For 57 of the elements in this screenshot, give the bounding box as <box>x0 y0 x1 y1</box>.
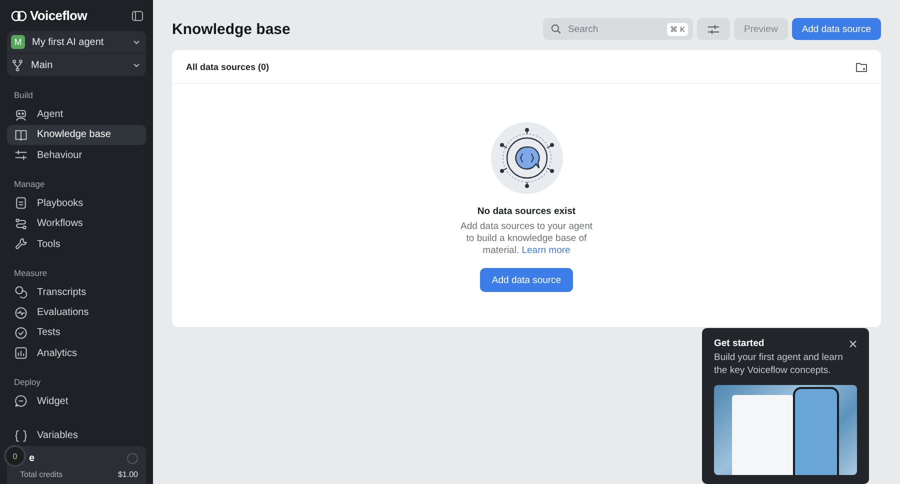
branch-icon <box>11 58 24 72</box>
agent-avatar: M <box>11 35 25 50</box>
wrench-icon <box>14 237 28 251</box>
sidebar-toggle-icon[interactable] <box>132 10 143 21</box>
filter-button[interactable] <box>697 18 730 40</box>
learn-more-link[interactable]: Learn more <box>522 245 570 256</box>
braces-icon <box>14 428 28 443</box>
sliders-icon <box>708 24 720 34</box>
credits-badge: 0 <box>4 445 26 467</box>
chevron-down-icon <box>133 40 140 45</box>
empty-state-description: Add data sources to your agent to build a knowledge base of material. Learn more <box>459 221 594 257</box>
progress-ring-icon <box>127 453 138 464</box>
check-circle-icon <box>14 326 28 340</box>
nav-item[interactable]: Analytics <box>7 343 146 364</box>
branch-selector[interactable]: Main <box>7 53 146 76</box>
nav-item[interactable]: Knowledge base <box>7 124 146 145</box>
add-data-source-button[interactable]: Add data source <box>792 18 881 40</box>
sliders-icon <box>14 148 28 162</box>
logo-icon <box>11 10 27 22</box>
nav-item[interactable]: Tests <box>7 322 146 344</box>
chat-bubble-icon <box>14 394 28 408</box>
pulse-icon <box>14 306 28 320</box>
agent-selector[interactable]: M My first AI agent <box>7 31 146 54</box>
page-title: Knowledge base <box>172 20 292 38</box>
nav-item[interactable]: Evaluations <box>7 302 146 323</box>
section-heading: Measure <box>14 268 48 278</box>
panel-title: All data sources (0) <box>186 62 270 72</box>
card-title: Get started <box>714 338 764 349</box>
logo-text: Voiceflow <box>30 8 88 24</box>
document-icon <box>14 196 28 210</box>
robot-icon <box>14 108 28 122</box>
nav-item[interactable]: Playbooks <box>7 193 146 214</box>
section-heading: Deploy <box>14 377 42 388</box>
nav-item[interactable]: Transcripts <box>7 282 146 302</box>
credits-title: e <box>29 453 35 464</box>
nav-item[interactable]: Agent <box>7 104 146 125</box>
folder-plus-icon[interactable] <box>856 62 867 72</box>
bar-chart-icon <box>14 346 28 360</box>
chat-bubbles-icon <box>14 285 28 300</box>
nav-item[interactable]: Widget <box>7 391 146 412</box>
nav-item[interactable]: Behaviour <box>7 144 146 166</box>
flow-icon <box>14 216 28 231</box>
section-heading: Manage <box>14 179 46 190</box>
nav-item[interactable]: Tools <box>7 234 146 254</box>
search-icon <box>551 24 562 34</box>
close-icon[interactable] <box>849 340 857 348</box>
empty-state-title: No data sources exist <box>477 206 576 217</box>
add-data-source-button[interactable]: Add data source <box>480 268 574 292</box>
card-description: Build your first agent and learn the key Voiceflow concepts. <box>714 352 844 377</box>
knowledge-network-drawing <box>490 122 562 194</box>
book-icon <box>14 128 28 142</box>
nav-item[interactable]: Workflows <box>7 214 146 234</box>
section-heading: Build <box>14 90 34 100</box>
credits-value: $1.00 <box>118 470 138 479</box>
chevron-down-icon <box>133 62 140 68</box>
credits-label: Total credits <box>20 470 63 479</box>
nav-item[interactable]: Variables <box>7 426 146 446</box>
